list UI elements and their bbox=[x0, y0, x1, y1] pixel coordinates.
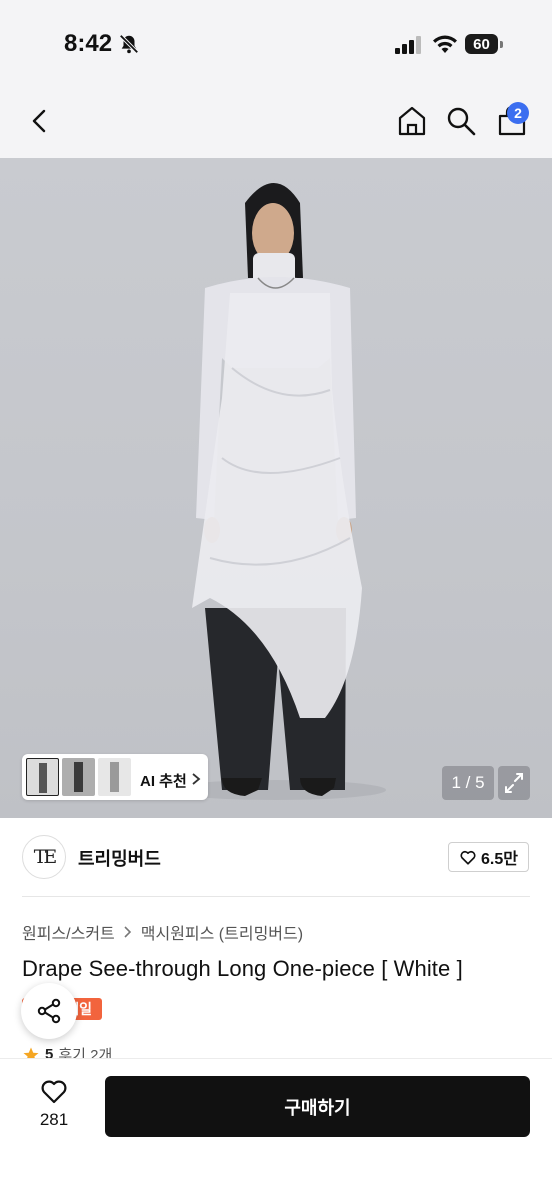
brand-like-button[interactable]: 6.5만 bbox=[448, 842, 529, 872]
wifi-icon bbox=[433, 35, 457, 53]
expand-image-button[interactable] bbox=[498, 766, 530, 800]
brand-like-count: 6.5만 bbox=[481, 851, 518, 868]
home-icon[interactable] bbox=[396, 104, 428, 138]
image-page-indicator: 1 / 5 bbox=[442, 766, 494, 800]
top-nav-bar bbox=[0, 90, 552, 158]
heart-icon bbox=[41, 1080, 67, 1104]
wishlist-button[interactable]: 281 bbox=[24, 1078, 84, 1134]
status-bar: 8:42 60 bbox=[0, 0, 552, 90]
thumbnail-2[interactable] bbox=[62, 758, 95, 796]
thumbnail-3[interactable] bbox=[98, 758, 131, 796]
breadcrumb: 원피스/스커트 맥시원피스 (트리밍버드) bbox=[22, 920, 303, 944]
ai-recommend-label[interactable]: AI 추천 bbox=[140, 770, 187, 791]
wishlist-count: 281 bbox=[39, 1110, 69, 1129]
share-icon bbox=[37, 998, 61, 1024]
product-title: Drape See-through Long One-piece [ White… bbox=[22, 956, 463, 981]
battery-level: 60 bbox=[473, 35, 490, 53]
brand-logo-text: TE bbox=[33, 846, 57, 868]
cart-count-badge: 2 bbox=[507, 102, 529, 124]
chevron-right-icon bbox=[192, 773, 201, 785]
heart-icon bbox=[460, 850, 476, 865]
buy-button[interactable]: 구매하기 bbox=[105, 1076, 530, 1137]
brand-name[interactable]: 트리밍버드 bbox=[78, 845, 161, 871]
breadcrumb-category[interactable]: 원피스/스커트 bbox=[22, 920, 115, 944]
bell-off-icon bbox=[119, 34, 139, 54]
breadcrumb-subcategory[interactable]: 맥시원피스 (트리밍버드) bbox=[141, 920, 303, 944]
product-image[interactable] bbox=[0, 158, 552, 818]
model-illustration bbox=[166, 183, 386, 800]
thumbnail-1[interactable] bbox=[26, 758, 59, 796]
chevron-right-icon bbox=[124, 926, 131, 938]
battery-nub bbox=[500, 41, 503, 48]
signal-icon bbox=[395, 36, 421, 54]
back-icon[interactable] bbox=[26, 106, 54, 136]
search-icon[interactable] bbox=[446, 106, 476, 136]
share-button[interactable] bbox=[21, 983, 77, 1039]
status-time: 8:42 bbox=[64, 30, 113, 57]
divider bbox=[22, 896, 530, 897]
battery-icon: 60 bbox=[465, 34, 498, 54]
brand-logo[interactable]: TE bbox=[22, 835, 66, 879]
expand-icon bbox=[505, 773, 523, 793]
